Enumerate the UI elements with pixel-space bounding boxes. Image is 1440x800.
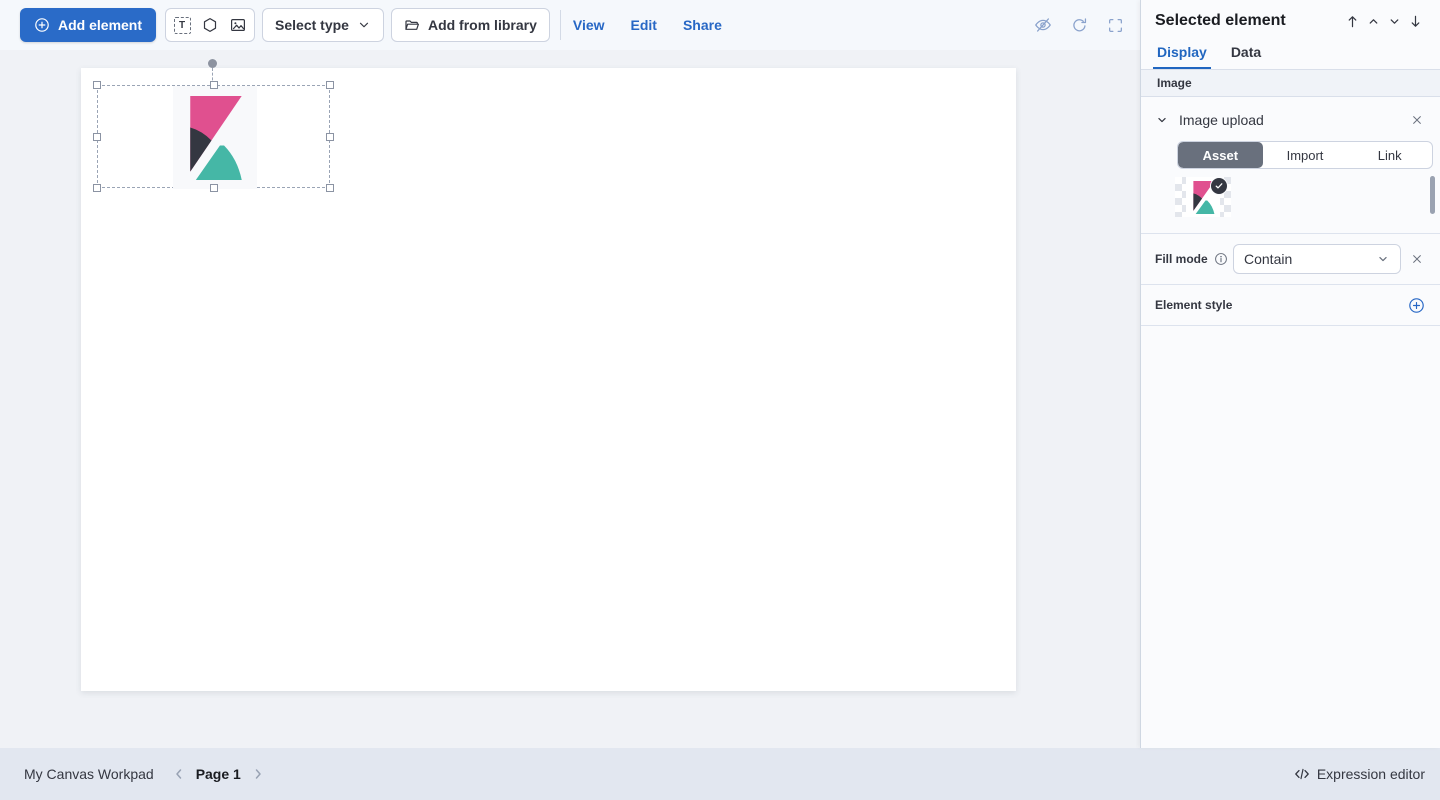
- chevron-down-icon: [1387, 14, 1402, 29]
- image-element-icon: [230, 17, 246, 33]
- asset-thumbnail[interactable]: [1175, 177, 1231, 217]
- select-type-label: Select type: [275, 17, 349, 33]
- image-upload-label: Image upload: [1179, 112, 1264, 128]
- canvas-app: Add element T: [0, 0, 1440, 800]
- page-label[interactable]: Page 1: [196, 766, 241, 782]
- resize-handle-top[interactable]: [210, 81, 218, 89]
- resize-handle-right[interactable]: [326, 133, 334, 141]
- move-forward-button[interactable]: [1363, 12, 1384, 30]
- image-section-header: Image: [1141, 69, 1440, 97]
- resize-handle-bottom-right[interactable]: [326, 184, 334, 192]
- expression-editor-toggle[interactable]: Expression editor: [1294, 766, 1425, 782]
- add-element-button[interactable]: Add element: [20, 8, 156, 42]
- text-element-icon: T: [174, 17, 191, 34]
- select-type-dropdown[interactable]: Select type: [262, 8, 384, 42]
- chevron-down-icon: [357, 18, 371, 32]
- remove-fill-mode-button[interactable]: [1408, 250, 1426, 268]
- chevron-up-icon: [1366, 14, 1381, 29]
- resize-handle-left[interactable]: [93, 133, 101, 141]
- folder-open-icon: [404, 17, 420, 33]
- page-pager: Page 1: [168, 763, 269, 785]
- editor-column: Add element T: [0, 0, 1140, 748]
- image-source-button-group: Asset Import Link: [1177, 141, 1433, 169]
- add-style-button[interactable]: [1406, 295, 1426, 315]
- quick-add-group: T: [165, 8, 255, 42]
- close-icon: [1411, 253, 1423, 265]
- remove-image-upload-button[interactable]: [1408, 111, 1426, 129]
- resize-handle-top-left[interactable]: [93, 81, 101, 89]
- panel-tabs: Display Data: [1141, 38, 1440, 69]
- edit-menu[interactable]: Edit: [631, 17, 657, 33]
- accordion-chevron-icon: [1155, 113, 1169, 127]
- toolbar-divider: [560, 10, 561, 40]
- eye-slash-icon: [1034, 16, 1052, 34]
- main-row: Add element T: [0, 0, 1440, 748]
- add-from-library-button[interactable]: Add from library: [391, 8, 550, 42]
- move-backward-button[interactable]: [1384, 12, 1405, 30]
- selected-element-panel: Selected element Display Data: [1140, 0, 1440, 748]
- previous-page-button[interactable]: [168, 763, 190, 785]
- mode-asset-button[interactable]: Asset: [1178, 142, 1263, 168]
- refresh-icon: [1071, 17, 1088, 34]
- image-element-content: [173, 86, 257, 189]
- code-icon: [1294, 766, 1310, 782]
- fill-mode-label: Fill mode: [1155, 252, 1208, 266]
- tab-data[interactable]: Data: [1227, 38, 1265, 69]
- image-section-label: Image: [1157, 76, 1192, 90]
- mode-link-button[interactable]: Link: [1347, 142, 1432, 168]
- selected-check-icon: [1210, 177, 1228, 195]
- fill-mode-select[interactable]: Contain: [1233, 244, 1401, 274]
- tab-display[interactable]: Display: [1153, 38, 1211, 69]
- refresh-button[interactable]: [1068, 14, 1090, 36]
- chevron-down-icon: [1376, 252, 1390, 266]
- add-element-label: Add element: [58, 17, 142, 33]
- fullscreen-button[interactable]: [1104, 14, 1126, 36]
- selected-image-element[interactable]: [97, 85, 330, 188]
- panel-header: Selected element: [1141, 0, 1440, 38]
- footer-bar: My Canvas Workpad Page 1 Expression edit…: [0, 748, 1440, 800]
- element-style-label: Element style: [1155, 298, 1232, 312]
- rotation-handle[interactable]: [208, 59, 217, 68]
- arrow-down-icon: [1408, 14, 1423, 29]
- add-shape-button[interactable]: [196, 10, 224, 40]
- hide-edit-controls-button[interactable]: [1032, 14, 1054, 36]
- add-image-button[interactable]: [224, 10, 252, 40]
- mode-import-button[interactable]: Import: [1263, 142, 1348, 168]
- plus-circle-icon: [1408, 297, 1425, 314]
- fill-mode-value: Contain: [1244, 251, 1292, 267]
- sidebar-scrollbar[interactable]: [1430, 176, 1435, 214]
- chevron-right-icon: [250, 766, 266, 782]
- resize-handle-top-right[interactable]: [326, 81, 334, 89]
- panel-title: Selected element: [1155, 12, 1342, 30]
- element-style-row: Element style: [1141, 285, 1440, 325]
- image-upload-accordion[interactable]: Image upload: [1155, 112, 1408, 128]
- shape-element-icon: [202, 17, 218, 33]
- next-page-button[interactable]: [247, 763, 269, 785]
- toolbar: Add element T: [0, 0, 1140, 50]
- workspace[interactable]: [0, 50, 1140, 748]
- close-icon: [1411, 114, 1423, 126]
- view-menu[interactable]: View: [573, 17, 605, 33]
- chevron-left-icon: [171, 766, 187, 782]
- image-upload-row: Image upload: [1141, 97, 1440, 139]
- move-to-front-button[interactable]: [1342, 12, 1363, 30]
- resize-handle-bottom-left[interactable]: [93, 184, 101, 192]
- fill-mode-row: Fill mode Contain: [1141, 234, 1440, 284]
- divider: [1141, 325, 1440, 326]
- add-from-library-label: Add from library: [428, 17, 537, 33]
- move-to-back-button[interactable]: [1405, 12, 1426, 30]
- share-menu[interactable]: Share: [683, 17, 722, 33]
- arrow-up-icon: [1345, 14, 1360, 29]
- add-text-button[interactable]: T: [168, 10, 196, 40]
- info-icon: [1214, 252, 1228, 266]
- fullscreen-icon: [1107, 17, 1124, 34]
- workpad-name[interactable]: My Canvas Workpad: [24, 766, 154, 782]
- plus-circle-icon: [34, 17, 50, 33]
- resize-handle-bottom[interactable]: [210, 184, 218, 192]
- kibana-logo-image: [182, 96, 248, 180]
- expression-editor-label: Expression editor: [1317, 766, 1425, 782]
